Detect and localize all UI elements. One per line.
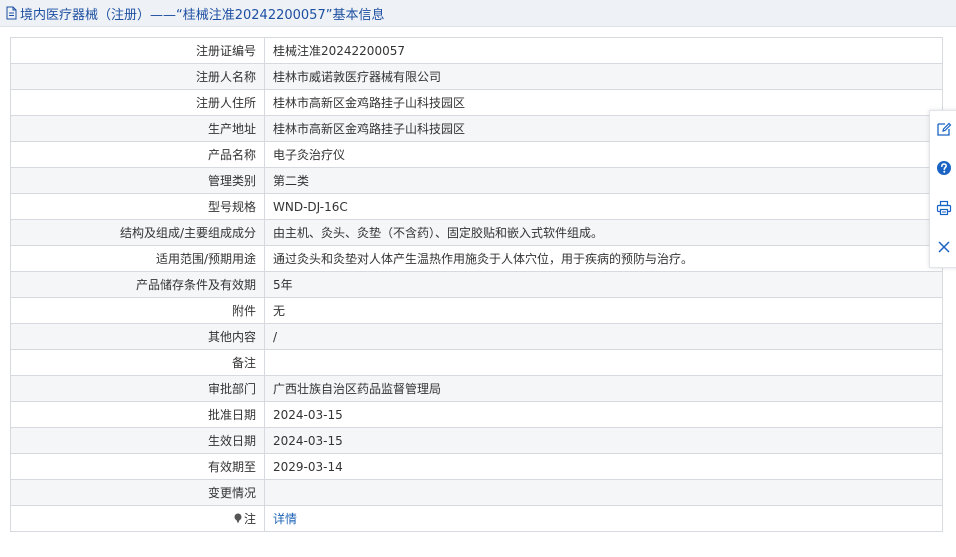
details-link[interactable]: 详情 [273,512,297,526]
row-label: 产品储存条件及有效期 [10,271,265,298]
row-value: 由主机、灸头、灸垫（不含药）、固定胶贴和嵌入式软件组成。 [264,219,943,246]
row-label: 审批部门 [10,375,265,402]
table-row: 注册证编号 桂械注准20242200057 [10,37,943,64]
table-row: 型号规格 WND-DJ-16C [10,193,943,220]
row-value: 2029-03-14 [264,453,943,480]
row-label: 附件 [10,297,265,324]
row-value: 详情 [264,505,943,532]
row-value [264,349,943,376]
row-value: 广西壮族自治区药品监督管理局 [264,375,943,402]
table-row: 变更情况 [10,479,943,506]
document-icon [6,6,17,20]
print-icon[interactable] [936,200,952,216]
table-row: 有效期至 2029-03-14 [10,453,943,480]
table-row: 审批部门 广西壮族自治区药品监督管理局 [10,375,943,402]
row-value: 2024-03-15 [264,401,943,428]
row-label: 生效日期 [10,427,265,454]
row-label: 批准日期 [10,401,265,428]
row-value: / [264,323,943,350]
note-label-cell: 注 [10,505,265,532]
row-label: 产品名称 [10,141,265,168]
row-label: 适用范围/预期用途 [10,245,265,272]
pin-icon [234,513,242,524]
row-value [264,479,943,506]
table-row: 生效日期 2024-03-15 [10,427,943,454]
table-row: 批准日期 2024-03-15 [10,401,943,428]
row-label: 型号规格 [10,193,265,220]
table-row: 结构及组成/主要组成成分 由主机、灸头、灸垫（不含药）、固定胶贴和嵌入式软件组成… [10,219,943,246]
row-value: 桂林市高新区金鸡路挂子山科技园区 [264,115,943,142]
table-row: 生产地址 桂林市高新区金鸡路挂子山科技园区 [10,115,943,142]
table-row: 注册人名称 桂林市威诺敦医疗器械有限公司 [10,63,943,90]
row-value: 2024-03-15 [264,427,943,454]
side-toolbar [929,110,956,268]
row-value: 桂械注准20242200057 [264,37,943,64]
row-value: 5年 [264,271,943,298]
table-row: 附件 无 [10,297,943,324]
row-value: WND-DJ-16C [264,193,943,220]
row-label: 注册人住所 [10,89,265,116]
row-label: 注 [243,512,256,526]
page-title: 境内医疗器械（注册）——“桂械注准20242200057”基本信息 [20,7,385,23]
row-value: 桂林市高新区金鸡路挂子山科技园区 [264,89,943,116]
row-value: 第二类 [264,167,943,194]
row-label: 注册证编号 [10,37,265,64]
row-label: 备注 [10,349,265,376]
row-value: 通过灸头和灸垫对人体产生温热作用施灸于人体穴位，用于疾病的预防与治疗。 [264,245,943,272]
help-icon[interactable] [936,160,952,176]
row-value: 无 [264,297,943,324]
table-row: 产品储存条件及有效期 5年 [10,271,943,298]
info-table-container: 注册证编号 桂械注准20242200057 注册人名称 桂林市威诺敦医疗器械有限… [10,37,943,532]
row-label: 变更情况 [10,479,265,506]
row-label: 生产地址 [10,115,265,142]
info-table: 注册证编号 桂械注准20242200057 注册人名称 桂林市威诺敦医疗器械有限… [10,37,943,532]
table-row: 备注 [10,349,943,376]
page-header: 境内医疗器械（注册）——“桂械注准20242200057”基本信息 [0,0,956,27]
row-label: 其他内容 [10,323,265,350]
row-label: 结构及组成/主要组成成分 [10,219,265,246]
table-row: 注册人住所 桂林市高新区金鸡路挂子山科技园区 [10,89,943,116]
row-label: 注册人名称 [10,63,265,90]
table-row: 产品名称 电子灸治疗仪 [10,141,943,168]
table-row: 注 详情 [10,505,943,532]
row-value: 电子灸治疗仪 [264,141,943,168]
table-row: 管理类别 第二类 [10,167,943,194]
table-row: 其他内容 / [10,323,943,350]
edit-icon[interactable] [936,121,952,137]
row-value: 桂林市威诺敦医疗器械有限公司 [264,63,943,90]
table-row: 适用范围/预期用途 通过灸头和灸垫对人体产生温热作用施灸于人体穴位，用于疾病的预… [10,245,943,272]
row-label: 有效期至 [10,453,265,480]
close-icon[interactable] [936,239,952,255]
row-label: 管理类别 [10,167,265,194]
